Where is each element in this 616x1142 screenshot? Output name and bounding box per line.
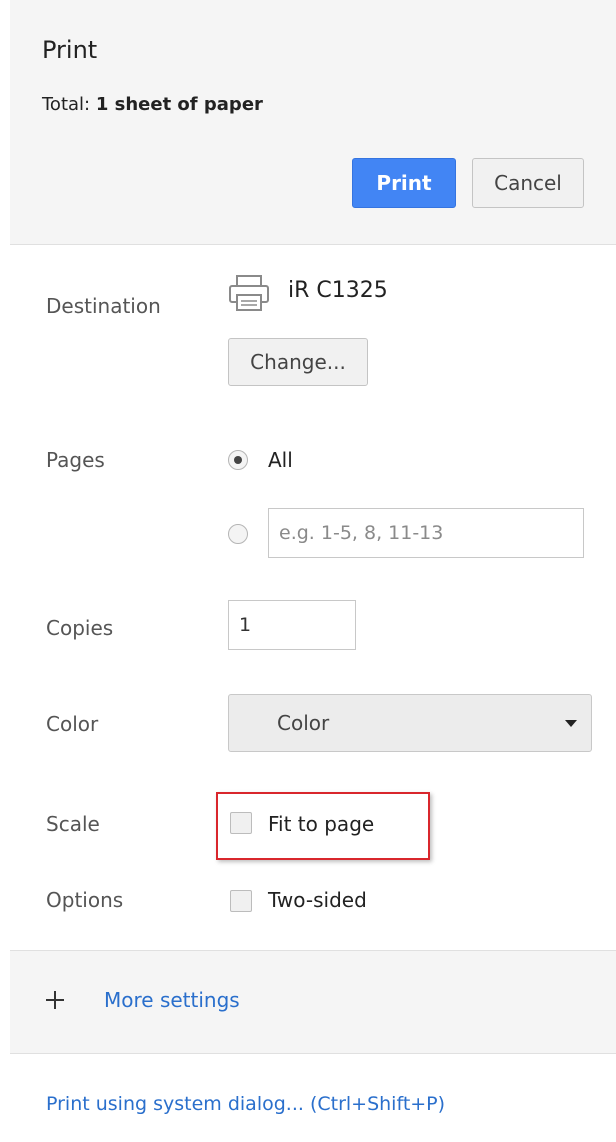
pages-all-label: All [268,448,293,472]
cancel-button[interactable]: Cancel [472,158,584,208]
more-settings-section: More settings [10,950,616,1054]
system-dialog-link[interactable]: Print using system dialog... (Ctrl+Shift… [46,1093,445,1115]
destination-label: Destination [46,294,161,318]
pages-label: Pages [46,448,105,472]
more-settings-link[interactable]: More settings [104,988,240,1012]
two-sided-label: Two-sided [268,888,367,912]
chevron-down-icon [565,720,577,727]
color-label: Color [46,712,99,736]
page-range-input[interactable] [268,508,584,558]
change-destination-button[interactable]: Change... [228,338,368,386]
printer-icon [229,275,269,311]
options-label: Options [46,888,124,912]
total-prefix: Total: [42,94,96,115]
print-dialog: Print Total: 1 sheet of paper Print Canc… [0,0,616,1142]
print-panel: Print Total: 1 sheet of paper Print Canc… [10,0,616,1142]
scale-label: Scale [46,812,100,836]
copies-input[interactable] [228,600,356,650]
copies-label: Copies [46,616,114,640]
pages-all-radio[interactable] [228,450,248,470]
print-button[interactable]: Print [352,158,456,208]
pages-range-radio[interactable] [228,524,248,544]
color-select[interactable]: Color [228,694,592,752]
plus-icon[interactable] [46,991,64,1009]
color-select-value: Color [277,711,330,735]
total-value: 1 sheet of paper [95,94,263,115]
two-sided-checkbox[interactable] [230,890,252,912]
printer-name: iR C1325 [288,278,388,303]
header: Print Total: 1 sheet of paper Print Canc… [10,0,616,245]
highlight-box [216,792,430,860]
page-title: Print [42,36,98,64]
total-summary: Total: 1 sheet of paper [42,94,263,115]
